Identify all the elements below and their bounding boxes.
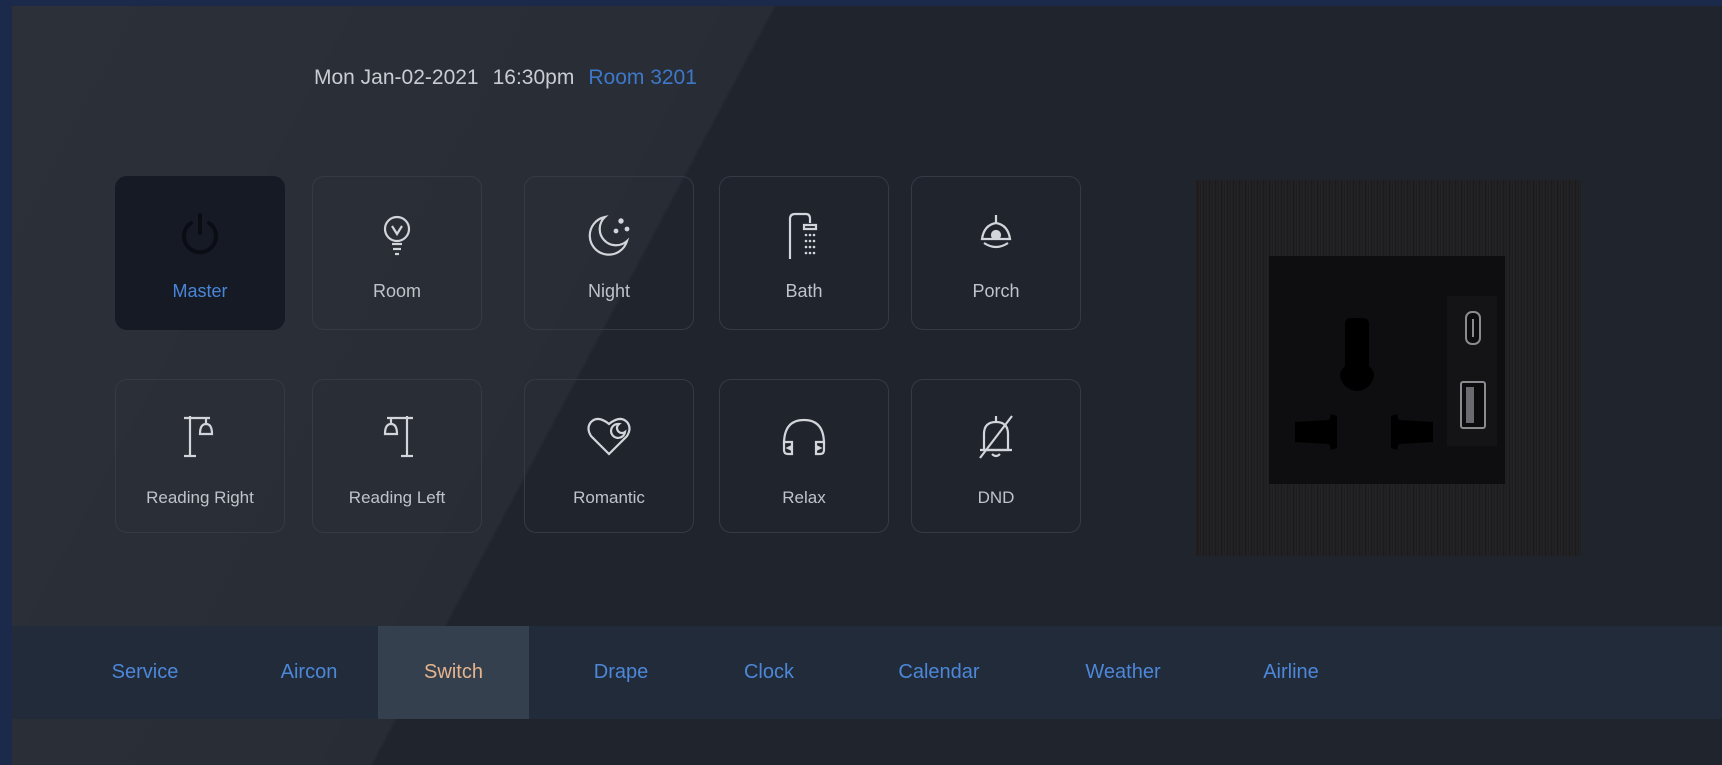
- tab-service[interactable]: Service: [70, 626, 220, 719]
- tab-weather[interactable]: Weather: [1048, 626, 1198, 719]
- scene-reading-left-button[interactable]: Reading Left: [312, 379, 482, 533]
- bottom-nav: Service Aircon Switch Drape Clock Calend…: [12, 626, 1722, 719]
- scene-room-button[interactable]: Room: [312, 176, 482, 330]
- scene-label: Master: [172, 281, 228, 301]
- scene-romantic-button[interactable]: Romantic: [524, 379, 694, 533]
- tab-calendar[interactable]: Calendar: [864, 626, 1014, 719]
- reading-lamp-right-icon: [174, 410, 226, 462]
- socket-faceplate: [1269, 256, 1505, 484]
- scene-label: Reading Left: [348, 488, 446, 507]
- scene-label: Relax: [782, 488, 826, 507]
- scene-label: Romantic: [573, 488, 645, 507]
- date-text: Mon Jan-02-2021: [314, 66, 479, 89]
- scene-label: Porch: [972, 281, 1020, 301]
- time-text: 16:30pm: [492, 66, 575, 89]
- reading-lamp-left-icon: [371, 410, 423, 462]
- shower-icon: [778, 209, 830, 261]
- bell-off-icon: [970, 410, 1022, 462]
- scene-reading-right-button[interactable]: Reading Right: [115, 379, 285, 533]
- tab-switch[interactable]: Switch: [378, 626, 529, 719]
- scene-label: Bath: [785, 281, 823, 301]
- scene-dnd-button[interactable]: DND: [911, 379, 1081, 533]
- headphones-icon: [778, 410, 830, 462]
- scene-label: Room: [372, 281, 421, 301]
- scene-porch-button[interactable]: Porch: [911, 176, 1081, 330]
- heart-moon-icon: [583, 410, 635, 462]
- scene-relax-button[interactable]: Relax: [719, 379, 889, 533]
- scene-label: Reading Right: [146, 488, 254, 507]
- tab-drape[interactable]: Drape: [546, 626, 696, 719]
- scene-night-button[interactable]: Night: [524, 176, 694, 330]
- scene-master-button[interactable]: Master: [115, 176, 285, 330]
- tab-clock[interactable]: Clock: [694, 626, 844, 719]
- scene-label: DND: [977, 488, 1015, 507]
- bulb-icon: [371, 209, 423, 261]
- room-number: Room 3201: [588, 66, 697, 89]
- moon-stars-icon: [583, 209, 635, 261]
- scene-bath-button[interactable]: Bath: [719, 176, 889, 330]
- power-icon: [174, 209, 226, 261]
- socket-outlet-icon: [1295, 296, 1497, 450]
- tab-airline[interactable]: Airline: [1216, 626, 1366, 719]
- status-bar: Mon Jan-02-2021 16:30pm Room 3201: [314, 66, 697, 90]
- pendant-lamp-icon: [970, 209, 1022, 261]
- universal-socket-image: [1195, 180, 1581, 556]
- scene-label: Night: [587, 281, 631, 301]
- tab-aircon[interactable]: Aircon: [234, 626, 384, 719]
